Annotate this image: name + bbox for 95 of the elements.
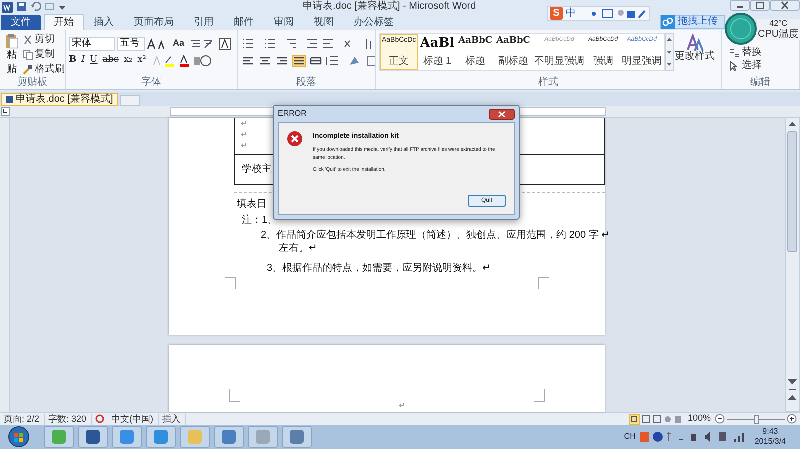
ribbon-tab[interactable]: 开始: [44, 14, 84, 30]
editing-button[interactable]: 选择: [729, 61, 762, 71]
paragraph-mark: ↵: [241, 118, 248, 129]
table-cell-text: 学校主: [242, 162, 272, 177]
editing-button[interactable]: 替换: [729, 48, 762, 58]
cursor-icon: [729, 61, 739, 71]
ime-toolbar[interactable]: S 中: [547, 6, 650, 21]
paragraph-mark: ↵: [241, 140, 248, 151]
format-button[interactable]: x₂: [124, 54, 133, 68]
input-language-indicator[interactable]: CH: [624, 431, 636, 443]
group-label: 字体: [142, 78, 162, 88]
vertical-scrollbar[interactable]: [785, 118, 800, 412]
document-text: 注：1、: [242, 215, 278, 227]
brush-icon: [23, 65, 33, 75]
style-gallery-item[interactable]: AaBl 标题 1: [418, 34, 457, 70]
document-tab[interactable]: 申请表.doc [兼容模式]: [1, 93, 118, 106]
start-orb-icon[interactable]: [6, 425, 32, 449]
cpu-temperature: 42°C: [770, 18, 788, 28]
style-gallery-item[interactable]: AaBbC 副标题: [494, 34, 532, 70]
change-case-button[interactable]: Aa: [171, 37, 187, 51]
margin-corner-mark: [229, 389, 240, 402]
cpu-temperature-label: CPU温度: [758, 28, 800, 40]
undo-icon[interactable]: [31, 2, 41, 12]
document-text: 3、根据作品的特点，如需要，应另附说明资料。↵: [267, 263, 491, 275]
clipboard-button[interactable]: 剪切: [23, 33, 65, 47]
font-size-field[interactable]: 五号: [117, 37, 145, 51]
ribbon-tab[interactable]: 邮件: [224, 15, 264, 30]
error-icon: [287, 131, 303, 147]
gallery-scroll-icon[interactable]: [665, 33, 674, 71]
clipboard-button[interactable]: 格式刷: [23, 63, 65, 77]
ribbon-tab[interactable]: 页面布局: [124, 15, 184, 30]
format-button[interactable]: U: [90, 54, 98, 68]
cpu-gauge-drawing[interactable]: [725, 13, 757, 45]
ribbon-tab[interactable]: 引用: [184, 15, 224, 30]
format-button[interactable]: B: [69, 54, 77, 68]
font-color-icons[interactable]: [151, 54, 212, 67]
spacing-shading-border-icons[interactable]: [326, 55, 375, 67]
change-styles-button[interactable]: 更改样式: [674, 32, 716, 77]
style-gallery-item[interactable]: AaBbC 标题: [456, 34, 495, 70]
format-button[interactable]: abc: [102, 54, 119, 68]
clock-date[interactable]: 2015/3/4: [754, 437, 786, 447]
paragraph-mark: ↵: [241, 129, 248, 140]
margin-corner-mark: [534, 389, 545, 402]
ribbon-tab[interactable]: 办公标签: [344, 15, 404, 30]
close-icon[interactable]: [489, 108, 515, 120]
font-family-field[interactable]: 宋体: [69, 37, 115, 51]
window-title: 申请表.doc [兼容模式] - Microsoft Word: [302, 2, 478, 12]
align-distributed-icon[interactable]: [309, 55, 323, 67]
ime-mode[interactable]: 中: [566, 8, 576, 18]
close-icon[interactable]: [770, 0, 800, 11]
save-icon[interactable]: [17, 2, 27, 12]
word-app-icon[interactable]: [2, 2, 13, 12]
zoom-slider-thumb[interactable]: [754, 414, 759, 424]
document-text: 填表日: [237, 199, 267, 211]
align-left-icon[interactable]: [241, 55, 255, 67]
format-button[interactable]: I: [82, 54, 86, 68]
document-text: 2、作品简介应包括本发明工作原理（简述）、独创点、应用范围，约 200 字 ↵: [261, 230, 610, 242]
ribbon-tab[interactable]: 视图: [304, 15, 344, 30]
format-button[interactable]: x²: [138, 54, 146, 68]
paragraph-mark: ↵: [399, 402, 406, 410]
view-mode-icons[interactable]: [628, 414, 684, 424]
clipboard-button[interactable]: 复制: [23, 48, 65, 62]
replace-icon: [729, 48, 739, 58]
maximize-icon[interactable]: [750, 0, 770, 11]
document-text: 左右。↵: [279, 243, 317, 255]
zoom-level-text: 100%: [686, 412, 712, 426]
ime-logo: S: [550, 7, 563, 20]
cloud-upload-button[interactable]: 拖拽上传: [660, 15, 725, 29]
align-right-icon[interactable]: [275, 55, 289, 67]
copy-icon: [23, 50, 33, 60]
scissors-icon: [23, 35, 33, 45]
clock-time[interactable]: 9:43: [762, 427, 778, 437]
minimize-icon[interactable]: [730, 0, 750, 11]
margin-corner-mark: [225, 277, 236, 289]
margin-corner-mark: [538, 277, 549, 289]
group-label: 样式: [538, 78, 558, 88]
paste-button[interactable]: 粘贴: [3, 32, 21, 77]
ribbon-tab[interactable]: 审阅: [264, 15, 304, 30]
file-tab[interactable]: 文件: [1, 15, 41, 30]
zoom-in-icon[interactable]: [787, 414, 797, 424]
group-label: 编辑: [750, 78, 770, 88]
align-justify-icon[interactable]: [292, 55, 306, 67]
document-icon: [6, 96, 14, 104]
list-indent-icons[interactable]: [241, 38, 371, 50]
phonetic-border-icons[interactable]: [188, 38, 233, 50]
group-label: 段落: [296, 78, 316, 88]
ribbon-tab[interactable]: 插入: [84, 15, 124, 30]
align-center-icon[interactable]: [258, 55, 272, 67]
spellcheck-icon[interactable]: [94, 414, 105, 424]
clipboard-icon: [3, 34, 21, 49]
group-label: 剪贴板: [18, 78, 48, 88]
zoom-out-icon[interactable]: [715, 414, 725, 424]
dialog-title: ERROR: [278, 108, 308, 120]
tab-selector-icon[interactable]: [0, 106, 10, 117]
styles-letters-icon: [686, 34, 704, 52]
